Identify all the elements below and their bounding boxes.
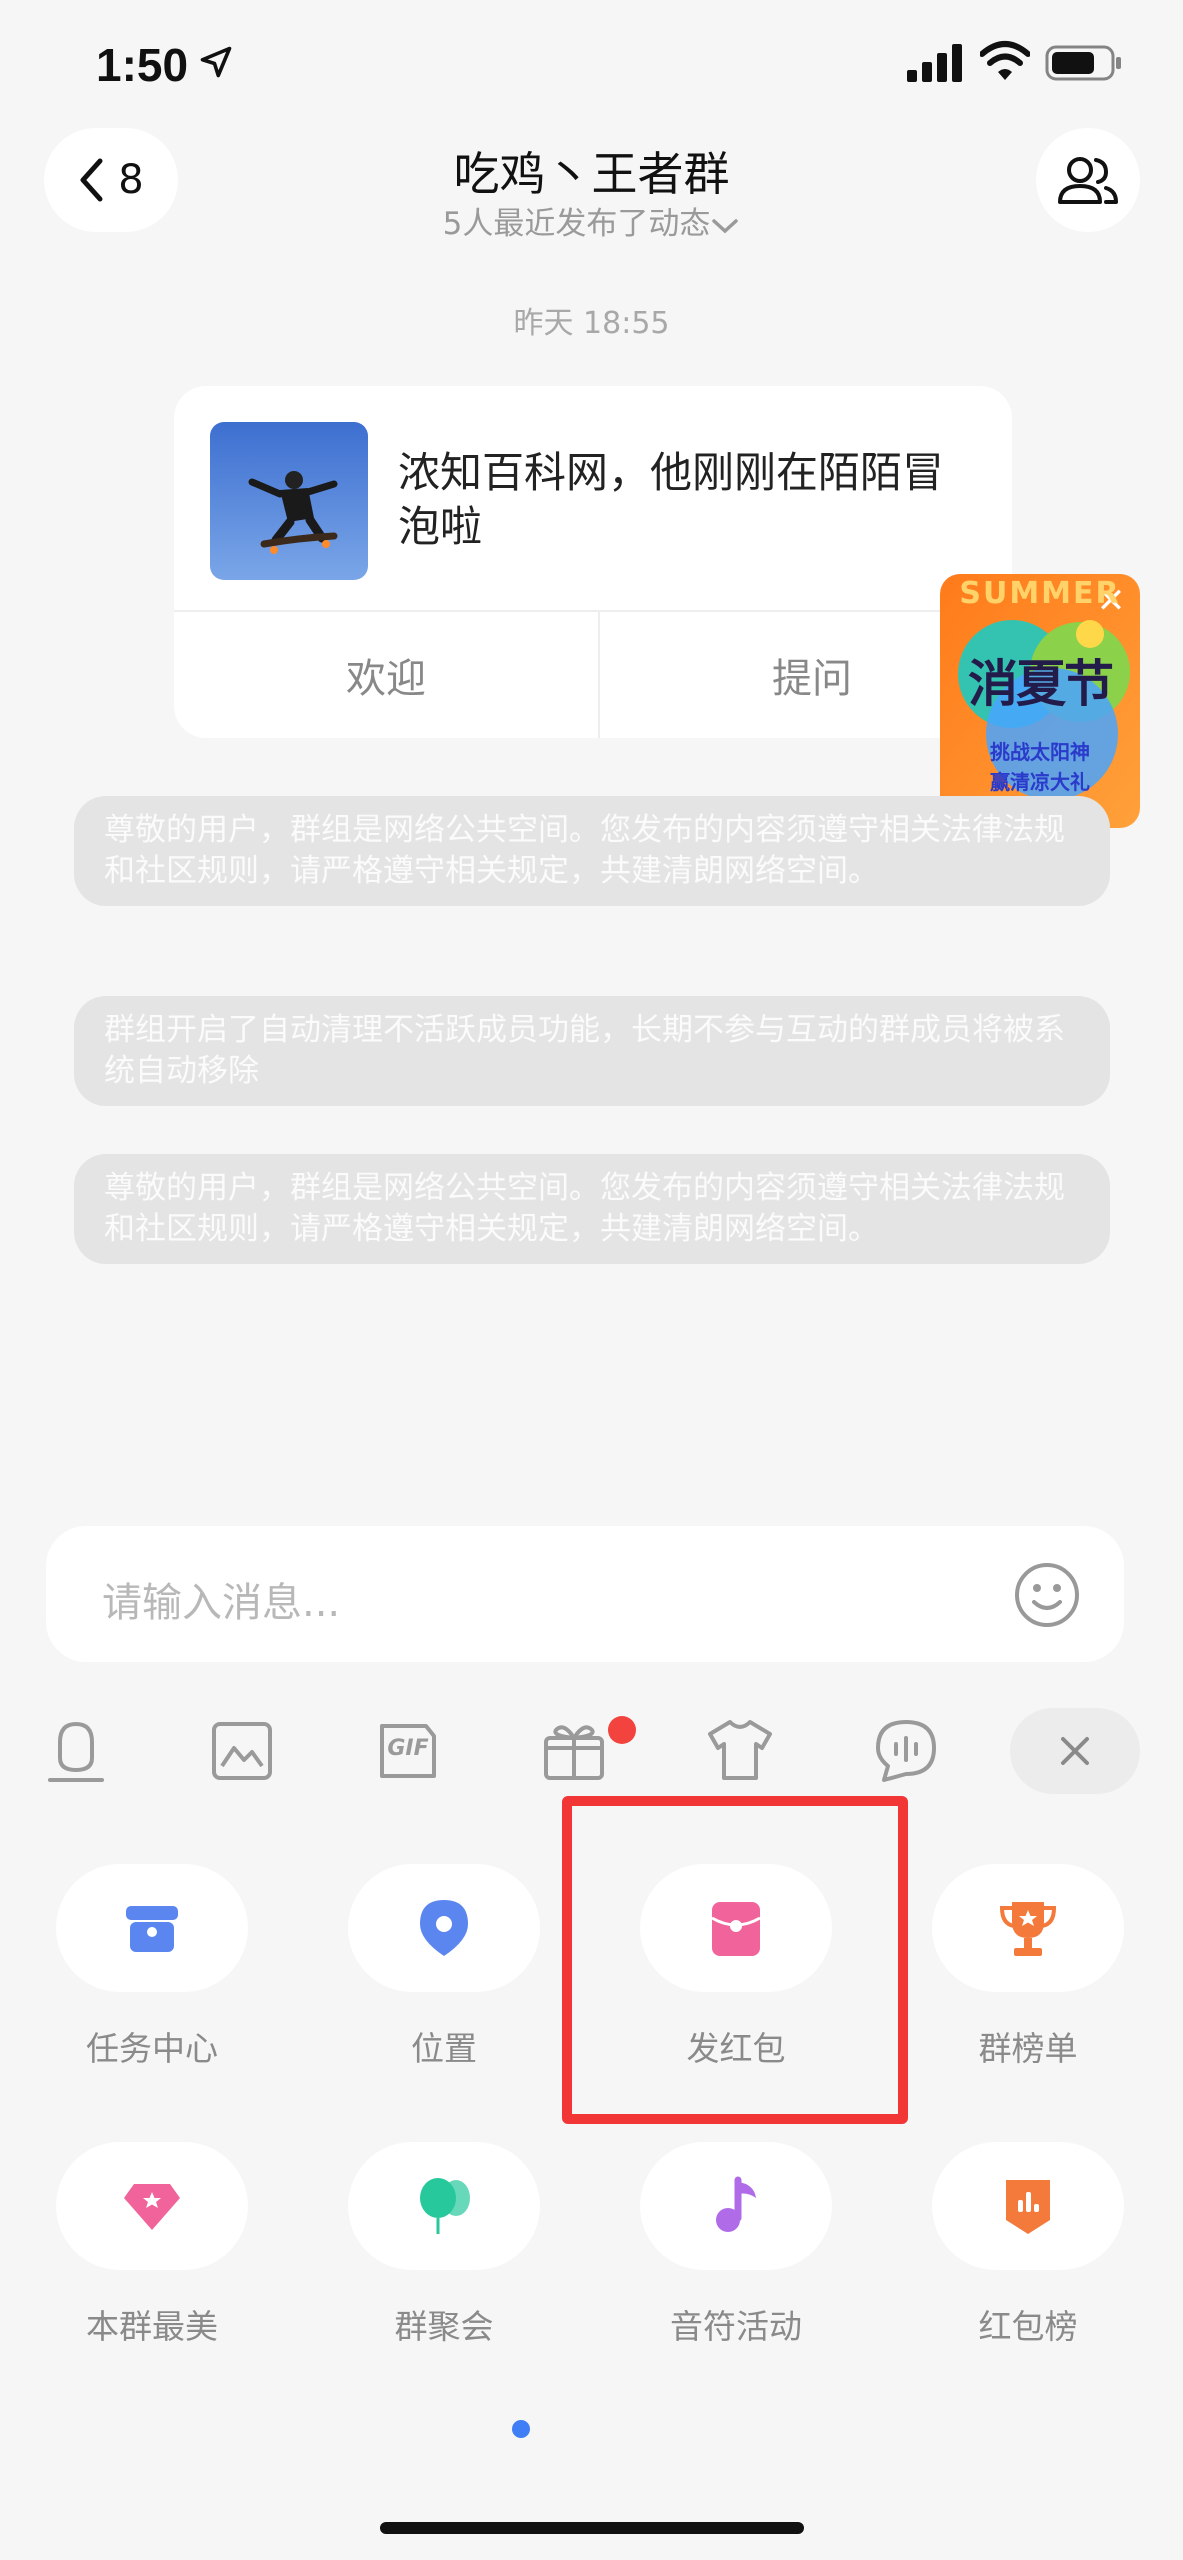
promo-line2: 赢清凉大礼: [990, 770, 1090, 794]
wifi-icon: [980, 41, 1030, 80]
activity-text: 浓知百科网，他刚刚在陌陌冒泡啦: [398, 448, 945, 551]
skateboarder-photo[interactable]: [210, 422, 368, 580]
close-icon: [1061, 1737, 1089, 1765]
voice-chat-icon[interactable]: [870, 1714, 942, 1786]
system-notice: 群组开启了自动清理不活跃成员功能，长期不参与互动的群成员将被系统自动移除: [74, 996, 1110, 1106]
location-button[interactable]: [348, 1864, 540, 1992]
system-notice: 尊敬的用户，群组是网络公共空间。您发布的内容须遵守相关法律法规和社区规则，请严格…: [74, 1154, 1110, 1264]
group-members-button[interactable]: [1036, 128, 1140, 232]
promo-line1: 挑战太阳神: [990, 740, 1090, 764]
system-notice: 尊敬的用户，群组是网络公共空间。您发布的内容须遵守相关法律法规和社区规则，请严格…: [74, 796, 1110, 906]
grid-label-most-beautiful: 本群最美: [86, 2307, 218, 2346]
gif-label: GIF: [387, 1736, 429, 1761]
gift-icon[interactable]: [538, 1714, 610, 1786]
group-subtitle[interactable]: 5人最近发布了动态: [0, 198, 1183, 243]
grid-label-task-center: 任务中心: [86, 2029, 218, 2068]
gift-notification-badge: [608, 1716, 636, 1744]
grid-label-location: 位置: [411, 2029, 477, 2068]
message-timestamp: 昨天 18:55: [513, 306, 670, 341]
voice-icon[interactable]: [40, 1714, 112, 1786]
cellular-signal-icon: [907, 44, 962, 82]
group-party-button[interactable]: [348, 2142, 540, 2270]
message-input[interactable]: 请输入消息...: [102, 1570, 340, 1628]
outfit-icon[interactable]: [704, 1714, 776, 1786]
location-arrow-icon: [200, 46, 232, 78]
music-activity-button[interactable]: [640, 2142, 832, 2270]
trophy-icon: [999, 1902, 1057, 1956]
grid-label-music: 音符活动: [670, 2307, 802, 2346]
grid-label-envelope-ranking: 红包榜: [978, 2307, 1078, 2346]
members-icon: [1058, 157, 1118, 204]
welcome-button[interactable]: 欢迎: [174, 612, 598, 738]
group-title[interactable]: 吃鸡丶王者群: [0, 138, 1183, 204]
image-icon[interactable]: [206, 1714, 278, 1786]
chevron-down-icon: [712, 218, 739, 233]
music-note-icon: [716, 2176, 756, 2232]
red-envelope-ranking-button[interactable]: [932, 2142, 1124, 2270]
task-box-icon: [126, 1906, 178, 1952]
ranking-bar-icon: [1006, 2180, 1050, 2234]
highlight-box: [562, 1796, 908, 2124]
task-center-button[interactable]: [56, 1864, 248, 1992]
balloon-icon: [420, 2178, 470, 2234]
page-indicator-dot: [512, 2420, 530, 2438]
most-beautiful-button[interactable]: [56, 2142, 248, 2270]
gif-icon[interactable]: GIF: [372, 1714, 444, 1786]
diamond-icon: [124, 2184, 180, 2230]
promo-banner-text: SUMMER: [959, 576, 1121, 611]
emoji-icon[interactable]: [1012, 1560, 1082, 1630]
battery-icon: [1045, 45, 1121, 81]
summer-festival-promo[interactable]: ✕ SUMMER 消夏节 挑战太阳神 赢清凉大礼: [940, 574, 1140, 828]
group-ranking-button[interactable]: [932, 1864, 1124, 1992]
member-activity-card: 浓知百科网，他刚刚在陌陌冒泡啦 欢迎 提问: [174, 386, 1012, 738]
close-panel-button[interactable]: [1010, 1708, 1140, 1794]
status-time: 1:50: [96, 39, 189, 91]
grid-label-party: 群聚会: [394, 2307, 494, 2346]
home-indicator[interactable]: [380, 2522, 804, 2534]
promo-title: 消夏节: [968, 655, 1114, 713]
message-input-bar[interactable]: 请输入消息...: [46, 1526, 1124, 1662]
location-pin-icon: [420, 1900, 468, 1956]
grid-label-ranking: 群榜单: [978, 2029, 1078, 2068]
